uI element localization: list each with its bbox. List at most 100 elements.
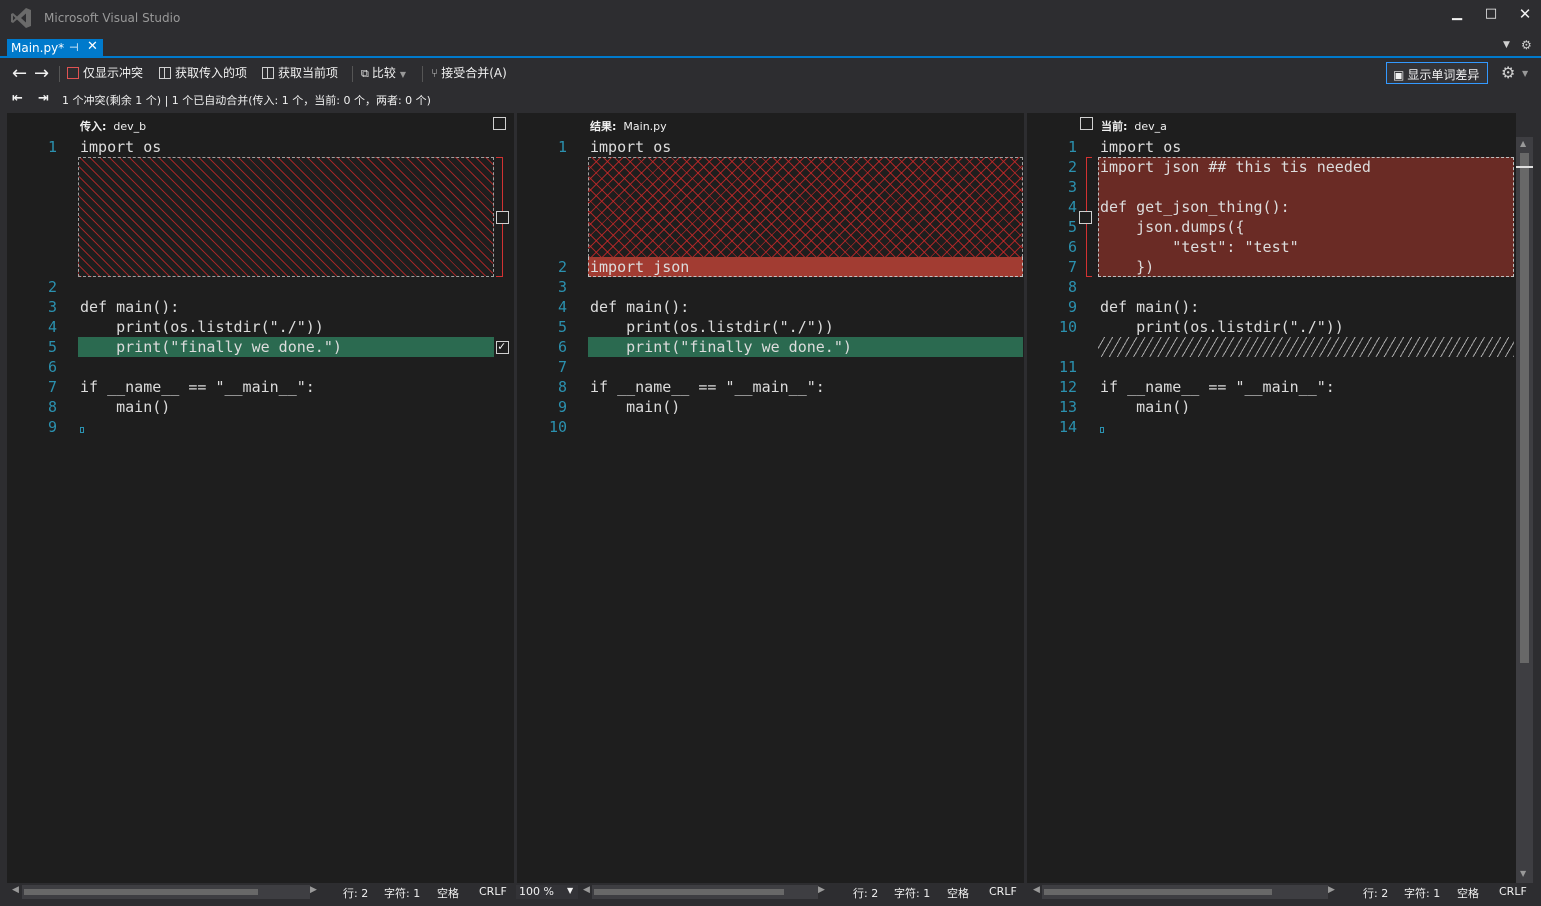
code-line: }) [1100, 258, 1155, 276]
scroll-right-arrow-icon[interactable]: ▶ [1328, 885, 1335, 895]
current-label: 当前: [1101, 120, 1128, 133]
incoming-horizontal-scrollbar[interactable] [22, 885, 310, 899]
line-number: 5 [557, 318, 567, 336]
document-tab-strip: Main.py* ⊣ ✕ [0, 36, 1541, 58]
code-line: print("finally we done.") [590, 338, 852, 356]
whitespace-indicator[interactable]: 空格 [1457, 885, 1479, 901]
line-number: 5 [1067, 218, 1077, 236]
scroll-right-arrow-icon[interactable]: ▶ [818, 885, 825, 895]
current-pane[interactable]: 当前: dev_a 1 import os 2 import json ## t… [1027, 113, 1516, 883]
vertical-scrollbar[interactable]: ▲ ▼ [1516, 137, 1533, 883]
line-ending-indicator[interactable]: CRLF [479, 885, 507, 898]
scroll-left-arrow-icon[interactable]: ◀ [12, 885, 19, 895]
line-number: 7 [1067, 258, 1077, 276]
tab-overflow-dropdown-icon[interactable]: ▼ [1503, 40, 1510, 50]
accept-merge-button[interactable]: ⑂ 接受合并(A) [431, 65, 507, 83]
column-indicator: 字符: 1 [1404, 887, 1441, 900]
code-line: import json [590, 258, 690, 276]
line-number: 12 [1058, 378, 1077, 396]
code-line: def get_json_thing(): [1100, 198, 1290, 216]
whitespace-indicator[interactable]: 空格 [437, 885, 459, 901]
scroll-left-arrow-icon[interactable]: ◀ [583, 885, 590, 895]
line-number: 3 [557, 278, 567, 296]
code-line: import os [590, 138, 672, 156]
scroll-thumb[interactable] [1520, 153, 1529, 663]
incoming-branch: dev_b [113, 120, 147, 133]
line-ending-indicator[interactable]: CRLF [1499, 885, 1527, 898]
code-line: json.dumps({ [1100, 218, 1245, 236]
line-ending-indicator[interactable]: CRLF [989, 885, 1017, 898]
close-window-button[interactable]: ✕ [1510, 4, 1540, 26]
code-line: if __name__ == "__main__": [1100, 378, 1335, 396]
compare-label: 比较 [371, 66, 396, 80]
previous-conflict-icon[interactable]: ⇤ [12, 91, 23, 106]
line-number: 4 [1067, 198, 1077, 216]
row-indicator: 行: 2 [343, 887, 369, 900]
minimize-button[interactable]: ▁ [1442, 4, 1472, 26]
close-tab-icon[interactable]: ✕ [87, 39, 98, 54]
result-horizontal-scrollbar[interactable] [592, 885, 818, 899]
scroll-thumb[interactable] [1044, 889, 1272, 895]
conflict-placeholder [78, 157, 494, 277]
tab-gear-icon[interactable]: ⚙ [1521, 38, 1532, 52]
chevron-down-icon: ▼ [567, 886, 574, 895]
whitespace-indicator[interactable]: 空格 [947, 885, 969, 901]
take-incoming-button[interactable]: 获取传入的项 [159, 65, 247, 83]
column-indicator: 字符: 1 [894, 887, 931, 900]
maximize-button[interactable]: □ [1476, 4, 1506, 26]
row-indicator: 行: 2 [853, 887, 879, 900]
incoming-pane[interactable]: 传入: dev_b 1 import os 2 3 def main(): 4 … [7, 113, 514, 883]
code-line: main() [1100, 398, 1191, 416]
conflicts-only-button[interactable]: 仅显示冲突 [67, 65, 143, 83]
compare-dropdown[interactable]: ⧉ 比较 ▼ [361, 65, 406, 83]
tab-main-py[interactable]: Main.py* ⊣ ✕ [7, 39, 103, 58]
scroll-up-arrow-icon[interactable]: ▲ [1520, 139, 1526, 148]
take-all-incoming-checkbox[interactable] [493, 117, 506, 130]
show-word-diff-button[interactable]: ▣ 显示单词差异 [1386, 62, 1488, 84]
settings-gear-icon[interactable]: ⚙ [1501, 63, 1515, 82]
eof-marker [1100, 427, 1104, 433]
take-all-current-checkbox[interactable] [1080, 117, 1093, 130]
line-number: 8 [557, 378, 567, 396]
chevron-down-icon[interactable]: ▼ [1522, 69, 1528, 78]
forward-arrow-icon[interactable]: → [34, 63, 49, 84]
zoom-select[interactable]: 100 % ▼ [516, 885, 578, 899]
visual-studio-logo-icon [11, 8, 31, 28]
line-number: 8 [1067, 278, 1077, 296]
line-number: 1 [1067, 138, 1077, 156]
conflict-checkbox[interactable] [496, 211, 509, 224]
line-number: 4 [557, 298, 567, 316]
result-label: 结果: [590, 120, 617, 133]
title-bar: Microsoft Visual Studio ▁ □ ✕ [0, 0, 1541, 36]
code-line: main() [80, 398, 171, 416]
line-number: 2 [47, 278, 57, 296]
code-line: import os [80, 138, 162, 156]
next-conflict-icon[interactable]: ⇥ [38, 91, 49, 106]
line-number: 4 [47, 318, 57, 336]
scroll-down-arrow-icon[interactable]: ▼ [1520, 869, 1526, 878]
back-arrow-icon[interactable]: ← [12, 63, 27, 84]
code-line: print(os.listdir("./")) [80, 318, 324, 336]
scroll-right-arrow-icon[interactable]: ▶ [310, 885, 317, 895]
current-branch: dev_a [1134, 120, 1167, 133]
scroll-thumb[interactable] [24, 889, 258, 895]
row-indicator: 行: 2 [1363, 887, 1389, 900]
incoming-label: 传入: [80, 120, 107, 133]
scroll-left-arrow-icon[interactable]: ◀ [1033, 885, 1040, 895]
accepted-change-checkbox[interactable] [496, 339, 509, 354]
scroll-thumb[interactable] [594, 889, 784, 895]
current-horizontal-scrollbar[interactable] [1042, 885, 1328, 899]
conflict-placeholder [588, 157, 1023, 257]
line-number: 10 [1058, 318, 1077, 336]
toolbar-separator [352, 66, 353, 82]
pin-icon[interactable]: ⊣ [69, 41, 79, 54]
zoom-value: 100 % [519, 885, 554, 898]
conflict-checkbox[interactable] [1079, 211, 1092, 224]
take-incoming-icon [159, 67, 171, 79]
code-line: print(os.listdir("./")) [590, 318, 834, 336]
word-diff-label: 显示单词差异 [1407, 68, 1480, 82]
conflict-info-bar: ⇤ ⇥ 1 个冲突(剩余 1 个) | 1 个已自动合并(传入: 1 个，当前:… [0, 88, 1541, 110]
result-pane[interactable]: 结果: Main.py 1 import os 2 import json 3 … [517, 113, 1024, 883]
line-number: 9 [557, 398, 567, 416]
take-current-button[interactable]: 获取当前项 [262, 65, 338, 83]
